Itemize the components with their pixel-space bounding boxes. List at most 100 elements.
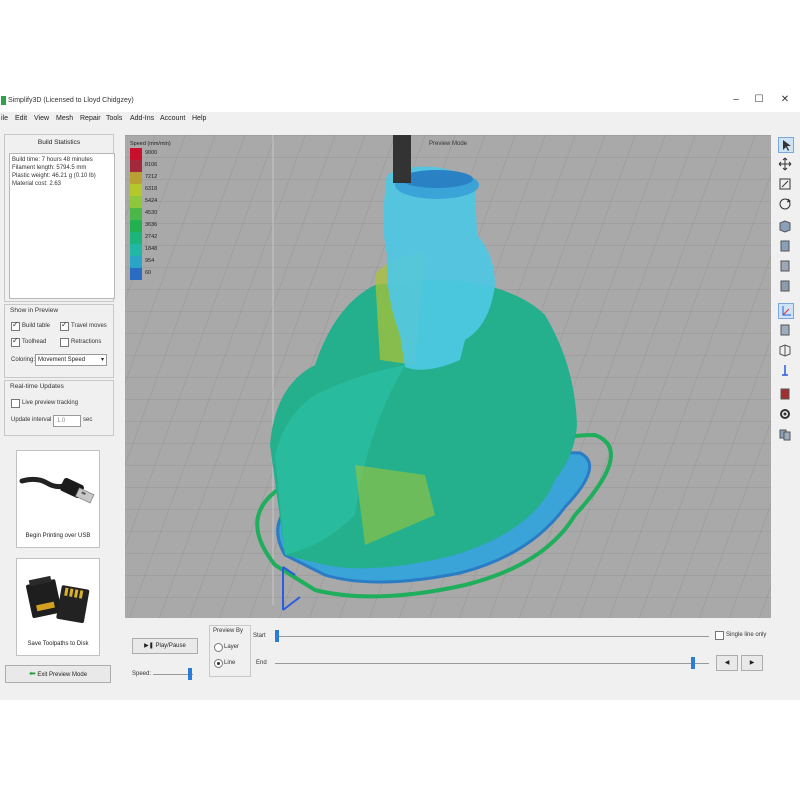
preview-controls: ▶❚ Play/Pause Speed: Preview By Layer Li… — [125, 620, 771, 696]
menu-file[interactable]: ile — [1, 115, 8, 122]
material-icon[interactable] — [778, 387, 792, 401]
speed-slider-track[interactable] — [153, 674, 193, 675]
end-slider-track[interactable] — [275, 663, 709, 664]
back-arrow-icon: ⬅ — [28, 669, 36, 678]
layers-icon[interactable] — [778, 427, 792, 441]
maximize-button[interactable]: ☐ — [752, 94, 766, 105]
legend-swatch — [130, 148, 142, 160]
legend-swatch — [130, 184, 142, 196]
legend-value: 954 — [145, 258, 155, 264]
next-icon: ▶ — [749, 660, 755, 666]
menu-tools[interactable]: Tools — [106, 115, 122, 122]
legend-swatch — [130, 220, 142, 232]
exit-preview-button[interactable]: ⬅ Exit Preview Mode — [5, 665, 111, 683]
legend-value: 5424 — [145, 198, 158, 204]
realtime-updates-group: Real-time Updates Live preview tracking … — [4, 380, 114, 436]
close-button[interactable]: ✕ — [778, 94, 792, 105]
play-pause-label: Play/Pause — [155, 643, 186, 649]
stat-material-cost: Material cost: 2.63 — [12, 181, 62, 187]
legend-swatch — [130, 160, 142, 172]
save-toolpaths-label: Save Toolpaths to Disk — [27, 641, 89, 647]
exit-preview-label: Exit Preview Mode — [37, 672, 88, 678]
stat-build-time: Build time: 7 hours 48 minutes — [12, 157, 93, 163]
iso-view-icon[interactable] — [778, 219, 792, 233]
retractions-checkbox[interactable] — [60, 338, 69, 347]
rotate-tool-icon[interactable] — [778, 197, 792, 211]
save-toolpaths-card[interactable]: Save Toolpaths to Disk — [16, 558, 100, 656]
update-interval-label: Update interval — [11, 417, 52, 423]
single-line-label: Single line only — [726, 632, 767, 638]
back-view-icon[interactable] — [778, 259, 792, 273]
coloring-select[interactable]: Movement Speed ▾ — [35, 354, 107, 366]
menu-view[interactable]: View — [34, 115, 49, 122]
start-label: Start — [253, 633, 266, 639]
select-tool-icon[interactable] — [778, 137, 794, 153]
stat-filament-length: Filament length: 5794.5 mm — [12, 165, 87, 171]
usb-cable-icon — [17, 451, 99, 531]
end-slider-handle[interactable] — [691, 657, 695, 669]
build-statistics-title: Build Statistics — [37, 139, 81, 146]
legend-value: 4530 — [145, 210, 158, 216]
prev-icon: ◀ — [724, 660, 730, 666]
retractions-label: Retractions — [71, 339, 102, 345]
app-window: Simplify3D (Licensed to Lloyd Chidgzey) … — [0, 90, 800, 700]
legend-swatch — [130, 244, 142, 256]
update-interval-value: 1.0 — [57, 418, 66, 424]
cross-section-icon[interactable] — [778, 363, 792, 377]
travel-moves-checkbox[interactable] — [60, 320, 69, 331]
minimize-button[interactable]: – — [729, 94, 743, 105]
begin-usb-print-label: Begin Printing over USB — [25, 533, 91, 539]
play-pause-button[interactable]: ▶❚ Play/Pause — [132, 638, 198, 654]
menu-account[interactable]: Account — [160, 115, 185, 122]
preview-by-title: Preview By — [213, 628, 244, 634]
menu-edit[interactable]: Edit — [15, 115, 27, 122]
solid-view-icon[interactable] — [778, 323, 792, 337]
toolhead-checkbox[interactable] — [11, 336, 20, 347]
chevron-down-icon: ▾ — [100, 357, 104, 363]
build-table-label: Build table — [22, 323, 51, 329]
menu-add-ins[interactable]: Add-Ins — [130, 115, 154, 122]
speed-label: Speed: — [132, 671, 152, 677]
live-preview-label: Live preview tracking — [22, 400, 79, 406]
line-radio[interactable] — [214, 659, 223, 668]
menu-help[interactable]: Help — [192, 115, 206, 122]
zoom-tool-icon[interactable] — [778, 177, 792, 191]
front-view-icon[interactable] — [778, 239, 792, 253]
begin-usb-print-card[interactable]: Begin Printing over USB — [16, 450, 100, 548]
preview-viewport[interactable]: Preview Mode Speed (mm/min) 9000 8106 72… — [125, 135, 771, 618]
legend-swatch — [130, 268, 142, 280]
menu-mesh[interactable]: Mesh — [56, 115, 73, 122]
side-view-icon[interactable] — [778, 279, 792, 293]
legend-value: 7212 — [145, 174, 158, 180]
speed-legend: Speed (mm/min) 9000 8106 7212 6318 5424 … — [130, 141, 180, 280]
build-table-checkbox[interactable] — [11, 320, 20, 331]
show-in-preview-group: Show in Preview Build table Travel moves… — [4, 304, 114, 378]
preview-by-group: Preview By Layer Line — [209, 625, 251, 677]
model-preview-canvas[interactable] — [125, 135, 771, 618]
single-line-checkbox[interactable] — [715, 631, 724, 640]
live-preview-checkbox[interactable] — [11, 399, 20, 408]
menu-repair[interactable]: Repair — [80, 115, 101, 122]
layer-radio[interactable] — [214, 643, 223, 652]
prev-step-button[interactable]: ◀ — [716, 655, 738, 671]
wireframe-view-icon[interactable] — [778, 343, 792, 357]
axes-toggle-icon[interactable] — [778, 303, 794, 319]
move-tool-icon[interactable] — [778, 157, 792, 171]
travel-moves-label: Travel moves — [71, 323, 107, 329]
legend-value: 8106 — [145, 162, 158, 168]
speed-slider-handle[interactable] — [188, 668, 192, 680]
start-slider-track[interactable] — [275, 636, 709, 637]
legend-swatch — [130, 196, 142, 208]
sd-card-icon — [17, 559, 99, 639]
legend-value: 60 — [145, 270, 152, 276]
view-toolbar — [776, 135, 796, 465]
window-title: Simplify3D (Licensed to Lloyd Chidgzey) — [8, 97, 134, 104]
layer-label: Layer — [224, 644, 240, 650]
title-bar: Simplify3D (Licensed to Lloyd Chidgzey) … — [0, 90, 800, 112]
update-interval-input[interactable]: 1.0 — [53, 415, 81, 427]
preview-mode-label: Preview Mode — [428, 141, 467, 147]
start-slider-handle[interactable] — [275, 630, 279, 642]
play-pause-icon: ▶❚ — [144, 643, 154, 649]
next-step-button[interactable]: ▶ — [741, 655, 763, 671]
gear-icon[interactable] — [778, 407, 792, 421]
